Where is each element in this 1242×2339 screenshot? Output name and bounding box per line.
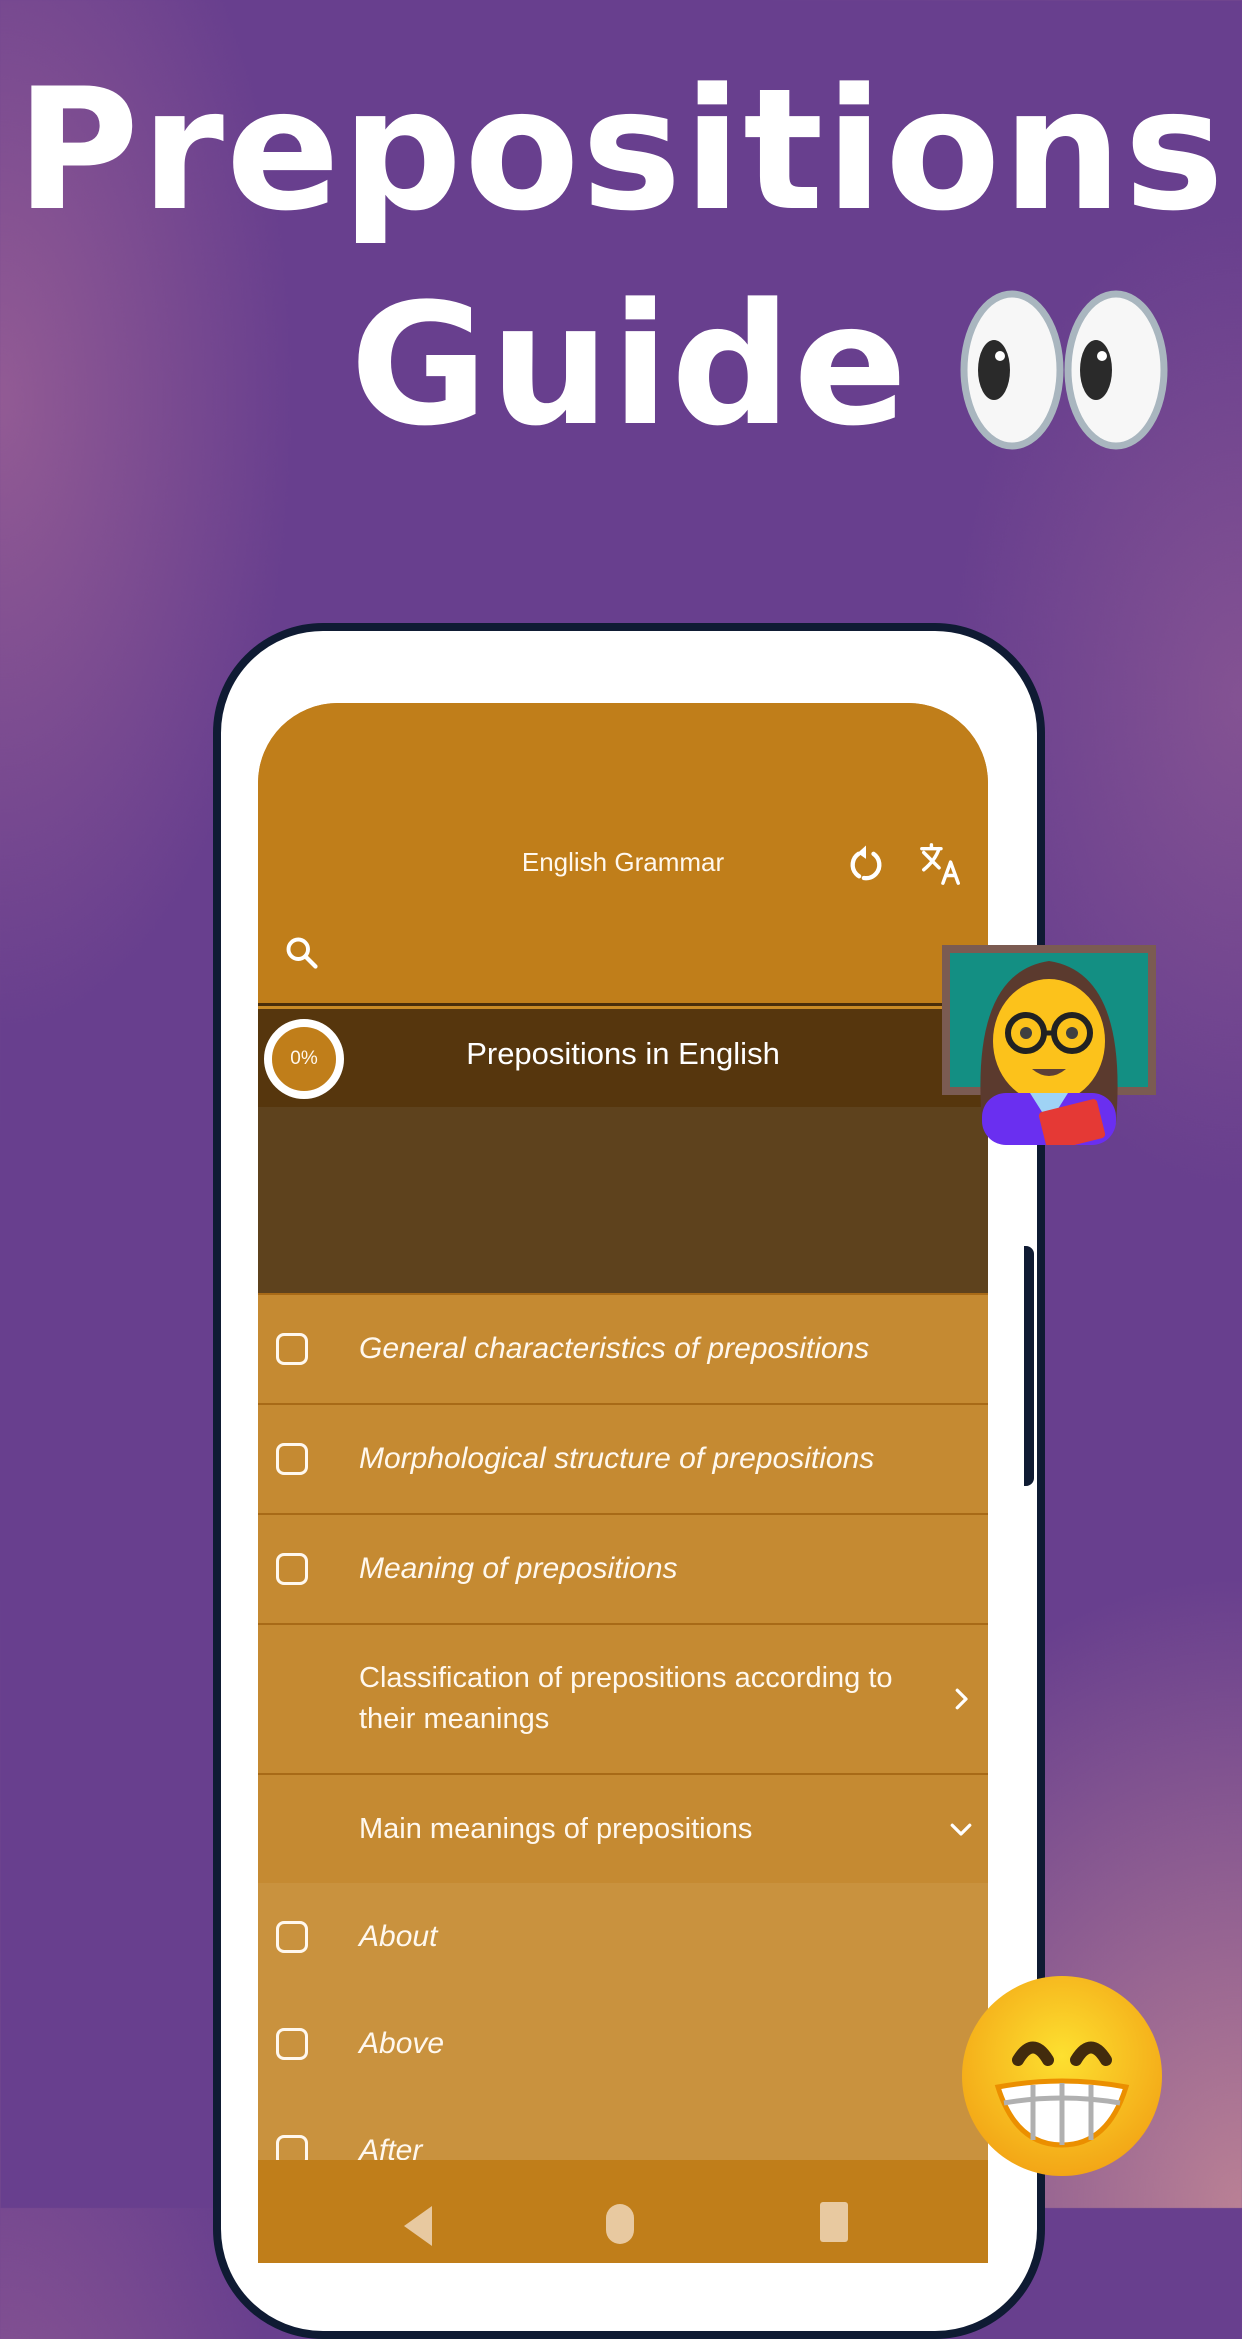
search-icon[interactable] (284, 935, 320, 971)
section-banner (258, 1107, 988, 1293)
back-icon[interactable] (398, 2202, 438, 2246)
woman-teacher-emoji-icon (942, 945, 1156, 1145)
promo-headline-line1: Prepositions (15, 52, 1227, 248)
checkbox[interactable] (276, 1443, 308, 1475)
group-row-classification[interactable]: Classification of prepositions according… (258, 1623, 988, 1773)
eyes-emoji-icon (960, 290, 1168, 450)
group-label: Classification of prepositions according… (359, 1662, 893, 1735)
lesson-list: General characteristics of prepositions … (258, 1293, 988, 2204)
chevron-right-icon (955, 1688, 968, 1710)
checkbox[interactable] (276, 1553, 308, 1585)
recents-icon[interactable] (820, 2202, 848, 2242)
app-bar: English Grammar (258, 703, 988, 1003)
section-header[interactable]: 0% Prepositions in English (258, 1003, 988, 1110)
system-nav-bar (258, 2160, 988, 2263)
promo-headline-line2: Guide (350, 267, 910, 463)
sub-list-item[interactable]: About (258, 1883, 988, 1990)
checkbox[interactable] (276, 1920, 308, 1953)
section-title: Prepositions in English (466, 1036, 780, 1071)
sub-list-item-label: Above (359, 2026, 445, 2060)
list-item-label: Meaning of prepositions (359, 1552, 678, 1585)
list-item[interactable]: Meaning of prepositions (258, 1513, 988, 1623)
home-icon[interactable] (606, 2204, 634, 2244)
translate-icon[interactable] (918, 841, 964, 887)
list-item-label: General characteristics of prepositions (359, 1332, 870, 1365)
app-screen: English Grammar 0% Prepositions in Engli… (258, 703, 988, 2263)
group-label: Main meanings of prepositions (359, 1812, 753, 1845)
checkbox[interactable] (276, 1333, 308, 1365)
chevron-down-icon (950, 1823, 972, 1836)
grinning-face-emoji-icon (962, 1976, 1162, 2176)
checkbox[interactable] (276, 2027, 308, 2060)
sub-list-item[interactable]: Above (258, 1990, 988, 2097)
refresh-icon[interactable] (846, 843, 886, 883)
list-item-label: Morphological structure of prepositions (359, 1442, 875, 1475)
sub-list-item-label: About (359, 1919, 438, 1953)
phone-side-button (1024, 1246, 1034, 1486)
list-item[interactable]: Morphological structure of prepositions (258, 1403, 988, 1513)
list-item[interactable]: General characteristics of prepositions (258, 1293, 988, 1403)
group-row-main-meanings[interactable]: Main meanings of prepositions (258, 1773, 988, 1883)
